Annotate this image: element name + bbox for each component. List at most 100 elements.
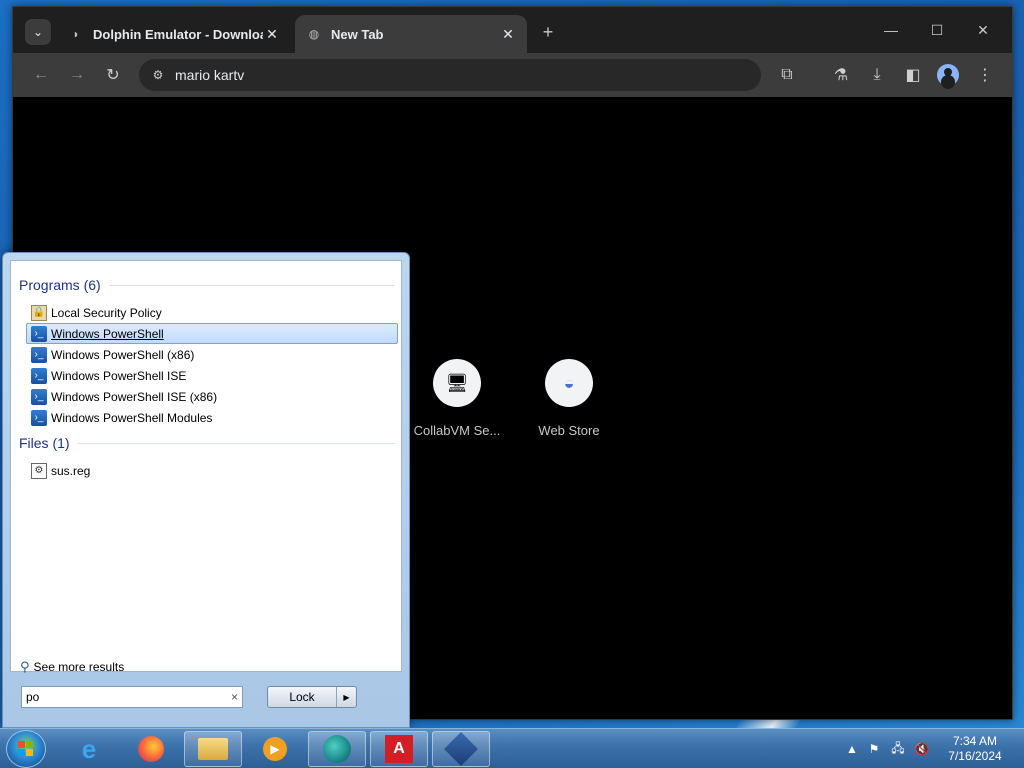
tab-dolphin[interactable]: ◗ Dolphin Emulator - Download ✕: [57, 15, 291, 53]
files-heading: Files (1): [19, 435, 395, 451]
browser-toolbar: ← → ↻ ⚙ mario kartv ⧉ ⚗ ⤓ ◧ ⋮: [13, 53, 1012, 97]
taskbar-file-explorer[interactable]: [184, 731, 242, 767]
powershell-ise-icon: ›_: [31, 388, 47, 405]
network-icon[interactable]: 🖧: [890, 741, 906, 757]
labs-button[interactable]: ⚗: [829, 64, 853, 86]
clear-search-icon[interactable]: ×: [231, 690, 238, 704]
maximize-button[interactable]: ☐: [917, 17, 957, 43]
internet-explorer-icon: e: [81, 733, 97, 764]
result-windows-powershell[interactable]: ›_ Windows PowerShell: [26, 323, 398, 344]
search-text: po: [26, 690, 40, 704]
clock-time: 7:34 AM: [952, 734, 998, 748]
divider: [77, 442, 395, 444]
result-label: Windows PowerShell: [51, 326, 164, 341]
address-bar[interactable]: ⚙ mario kartv: [139, 59, 761, 91]
profile-avatar[interactable]: [937, 64, 959, 86]
powershell-ise-icon: ›_: [31, 367, 47, 384]
powershell-icon: ›_: [31, 409, 47, 426]
system-tray: ▲ ⚑ 🖧 🔇 7:34 AM 7/16/2024: [840, 729, 1024, 768]
downloads-button[interactable]: ⤓: [865, 64, 889, 86]
taskbar-media-player[interactable]: ▶: [246, 731, 304, 767]
address-input[interactable]: mario kartv: [175, 67, 244, 83]
puzzle-icon: ⧉: [781, 66, 793, 83]
flask-icon: ⚗: [833, 67, 849, 84]
tab-strip: ⌄ ◗ Dolphin Emulator - Download ✕ ◍ New …: [13, 7, 1012, 53]
start-search-input[interactable]: po ×: [21, 686, 243, 708]
globe-icon: ◍: [308, 27, 320, 41]
clock-date: 7/16/2024: [948, 749, 1002, 763]
back-button[interactable]: ←: [29, 64, 53, 86]
side-panel-button[interactable]: ◧: [901, 64, 925, 86]
avira-icon: A: [385, 735, 413, 763]
taskbar-firefox[interactable]: [122, 731, 180, 767]
start-menu: Programs (6) 🔒 Local Security Policy ›_ …: [2, 252, 410, 728]
result-windows-powershell-modules[interactable]: ›_ Windows PowerShell Modules: [26, 407, 398, 428]
taskbar-browser[interactable]: [308, 731, 366, 767]
reload-button[interactable]: ↻: [101, 64, 125, 86]
arrow-left-icon: ←: [33, 66, 49, 83]
menu-button[interactable]: ⋮: [973, 64, 997, 86]
dolphin-icon: ◗: [72, 27, 80, 41]
forward-button[interactable]: →: [65, 64, 89, 86]
taskbar-avira[interactable]: A: [370, 731, 428, 767]
result-label: Windows PowerShell Modules: [51, 410, 213, 425]
arrow-right-icon: →: [69, 66, 85, 83]
files-heading-label: Files (1): [19, 435, 70, 451]
media-player-icon: ▶: [263, 737, 287, 761]
shortcut-web-store[interactable]: ◒ Web Store: [519, 359, 619, 438]
tab-close-icon[interactable]: ✕: [499, 26, 517, 43]
result-windows-powershell-x86[interactable]: ›_ Windows PowerShell (x86): [26, 344, 398, 365]
reload-icon: ↻: [106, 67, 120, 84]
browser-app-icon: [323, 735, 351, 763]
divider: [108, 284, 395, 286]
result-windows-powershell-ise[interactable]: ›_ Windows PowerShell ISE: [26, 365, 398, 386]
shortcut-label: CollabVM Se...: [413, 423, 501, 438]
taskbar-internet-explorer[interactable]: e: [60, 731, 118, 767]
tab-new-tab[interactable]: ◍ New Tab ✕: [295, 15, 527, 53]
collabvm-icon: 🖥: [433, 359, 481, 407]
lock-button-group: Lock ▶: [267, 686, 357, 708]
tab-close-icon[interactable]: ✕: [263, 26, 281, 43]
volume-muted-icon[interactable]: 🔇: [914, 741, 930, 757]
result-sus-reg[interactable]: ⚙ sus.reg: [26, 460, 398, 481]
shortcut-collabvm[interactable]: 🖥 CollabVM Se...: [407, 359, 507, 438]
tab-title: New Tab: [331, 26, 384, 42]
site-info-icon[interactable]: ⚙: [145, 68, 171, 82]
power-options-arrow[interactable]: ▶: [336, 687, 356, 707]
extensions-button[interactable]: ⧉: [775, 64, 799, 86]
result-local-security-policy[interactable]: 🔒 Local Security Policy: [26, 302, 398, 323]
show-hidden-icons-button[interactable]: ▲: [844, 741, 860, 757]
search-results-panel: Programs (6) 🔒 Local Security Policy ›_ …: [10, 260, 402, 675]
magnifier-icon: ⚲: [20, 659, 30, 674]
result-label: Windows PowerShell (x86): [51, 347, 195, 362]
chevron-down-icon: ⌄: [32, 25, 44, 39]
webstore-icon: ◒: [545, 359, 593, 407]
tab-title: Dolphin Emulator - Download: [93, 26, 263, 42]
clock[interactable]: 7:34 AM 7/16/2024: [936, 734, 1014, 764]
minimize-button[interactable]: —: [871, 17, 911, 43]
virtualbox-icon: [444, 732, 478, 766]
registry-file-icon: ⚙: [31, 462, 47, 479]
download-icon: ⤓: [873, 66, 881, 83]
result-label: Local Security Policy: [51, 305, 162, 320]
action-center-icon[interactable]: ⚑: [866, 741, 882, 757]
result-label: Windows PowerShell ISE: [51, 368, 187, 383]
result-label: Windows PowerShell ISE (x86): [51, 389, 218, 404]
lock-button[interactable]: Lock: [268, 687, 336, 707]
result-windows-powershell-ise-x86[interactable]: ›_ Windows PowerShell ISE (x86): [26, 386, 398, 407]
see-more-label: See more results: [33, 660, 125, 674]
taskbar-virtualbox[interactable]: [432, 731, 490, 767]
security-policy-icon: 🔒: [31, 304, 47, 321]
close-window-button[interactable]: ✕: [963, 17, 1003, 43]
chevron-up-icon: ▲: [846, 742, 858, 756]
result-label: sus.reg: [51, 463, 91, 478]
shortcut-label: Web Store: [538, 423, 600, 438]
firefox-icon: [138, 736, 164, 762]
programs-heading-label: Programs (6): [19, 277, 101, 293]
tab-search-button[interactable]: ⌄: [25, 19, 51, 45]
see-more-results-link[interactable]: ⚲ See more results: [20, 659, 124, 675]
windows-logo-icon: [18, 741, 34, 757]
powershell-icon: ›_: [31, 346, 47, 363]
new-tab-button[interactable]: +: [537, 21, 559, 43]
start-button[interactable]: [6, 730, 46, 768]
